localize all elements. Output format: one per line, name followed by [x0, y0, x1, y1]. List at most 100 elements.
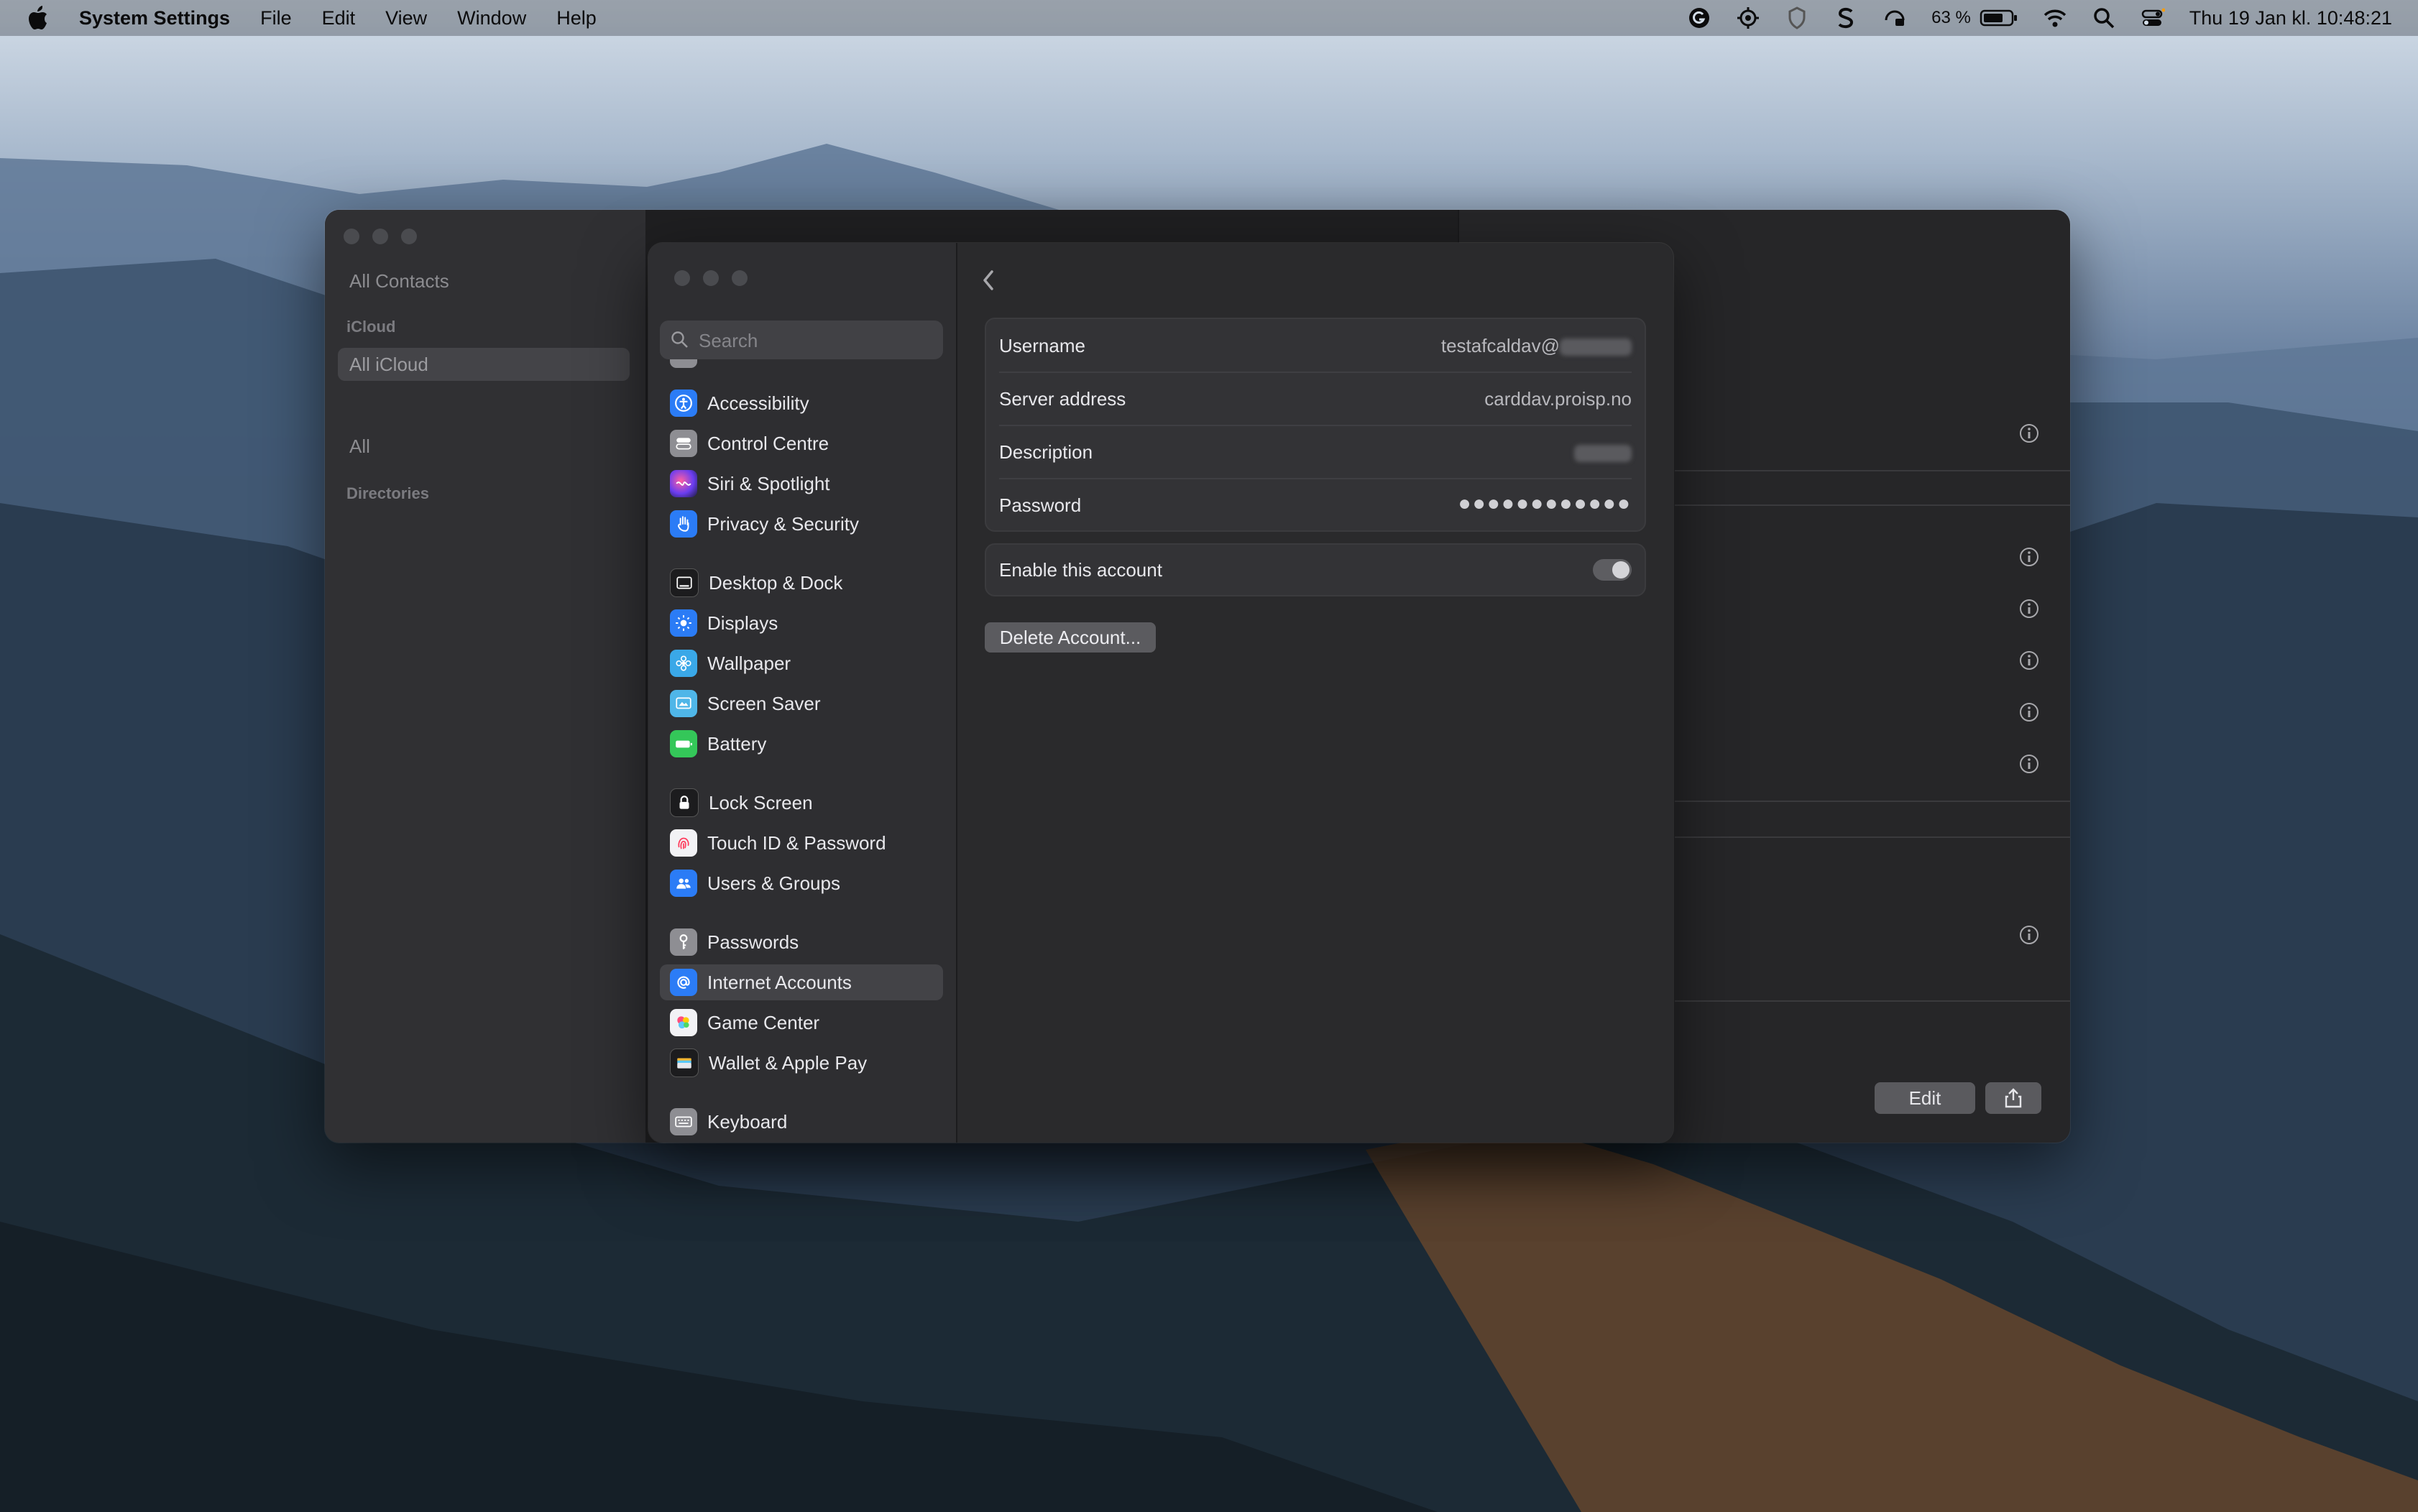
control-centre-icon	[670, 430, 697, 457]
search-placeholder: Search	[699, 330, 758, 351]
menu-file[interactable]: File	[260, 7, 292, 29]
grammarly-icon[interactable]	[1687, 6, 1711, 30]
menu-view[interactable]: View	[385, 7, 427, 29]
sidebar-item-label: Wallet & Apple Pay	[709, 1051, 868, 1074]
sidebar-item-siri-spotlight[interactable]: Siri & Spotlight	[660, 466, 943, 502]
share-button[interactable]	[1985, 1082, 2041, 1114]
edit-button[interactable]: Edit	[1875, 1082, 1975, 1114]
description-row: Description	[986, 425, 1645, 479]
search-field[interactable]: Search	[660, 321, 943, 359]
menu-app-name[interactable]: System Settings	[79, 7, 230, 29]
sidebar-item-label: Wallpaper	[707, 652, 791, 674]
divider	[1675, 470, 2070, 471]
info-icon[interactable]	[2018, 753, 2040, 775]
all-contacts-item[interactable]: All Contacts	[349, 270, 449, 292]
zoom-button[interactable]	[401, 229, 417, 244]
accessibility-icon	[670, 389, 697, 417]
sidebar-item-control-centre[interactable]: Control Centre	[660, 425, 943, 461]
s-app-icon[interactable]	[1834, 6, 1858, 30]
fingerprint-icon	[670, 829, 697, 857]
screenshot-tool-icon[interactable]	[1736, 6, 1760, 30]
sidebar-item-desktop-dock[interactable]: Desktop & Dock	[660, 565, 943, 601]
delete-account-button[interactable]: Delete Account...	[985, 622, 1156, 653]
sidebar-item-label: Desktop & Dock	[709, 571, 843, 594]
shield-status-icon[interactable]	[1785, 6, 1809, 30]
scrolled-item-fragment	[670, 359, 953, 369]
control-centre-menubar-icon[interactable]	[2141, 6, 2165, 30]
battery-menubar-icon[interactable]	[1980, 8, 2018, 28]
info-icon[interactable]	[2018, 650, 2040, 671]
sidebar-item-lock-screen[interactable]: Lock Screen	[660, 785, 943, 821]
sidebar-item-internet-accounts[interactable]: Internet Accounts	[660, 964, 943, 1000]
menu-edit[interactable]: Edit	[322, 7, 356, 29]
username-value[interactable]: testafcaldav@	[1441, 335, 1632, 357]
all-item[interactable]: All	[349, 435, 370, 458]
info-icon[interactable]	[2018, 924, 2040, 946]
all-icloud-item[interactable]: All iCloud	[349, 354, 428, 376]
redacted-text	[1560, 338, 1632, 356]
sidebar-item-displays[interactable]: Displays	[660, 605, 943, 641]
sidebar-item-users-groups[interactable]: Users & Groups	[660, 865, 943, 901]
password-row: Password ●●●●●●●●●●●●	[986, 479, 1645, 532]
sidebar-item-label: Touch ID & Password	[707, 831, 886, 854]
close-button[interactable]	[344, 229, 359, 244]
menu-bar: System Settings File Edit View Window He…	[0, 0, 2418, 36]
wallpaper-icon	[670, 650, 697, 677]
sidebar-item-label: Internet Accounts	[707, 971, 852, 993]
wifi-icon[interactable]	[2043, 6, 2067, 30]
info-icon[interactable]	[2018, 701, 2040, 723]
menu-window[interactable]: Window	[457, 7, 526, 29]
sidebar-item-touch-id-password[interactable]: Touch ID & Password	[660, 825, 943, 861]
server-address-value[interactable]: carddav.proisp.no	[1484, 388, 1632, 410]
enable-account-card: Enable this account	[985, 543, 1646, 596]
sidebar-item-label: Accessibility	[707, 392, 809, 414]
sidebar-item-game-center[interactable]: Game Center	[660, 1005, 943, 1041]
sidebar-item-battery[interactable]: Battery	[660, 726, 943, 762]
sidebar-item-privacy-security[interactable]: Privacy & Security	[660, 506, 943, 542]
close-button[interactable]	[674, 270, 690, 286]
sidebar-item-label: Passwords	[707, 931, 799, 953]
spotlight-search-icon[interactable]	[2092, 6, 2116, 30]
sidebar-item-label: Lock Screen	[709, 791, 813, 813]
username-row: Username testafcaldav@	[986, 319, 1645, 372]
menubar-clock[interactable]: Thu 19 Jan kl. 10:48:21	[2189, 7, 2392, 29]
settings-sidebar: Search Accessibility Control Centre Siri…	[648, 243, 957, 1143]
zoom-button[interactable]	[732, 270, 748, 286]
description-value[interactable]	[1574, 441, 1632, 464]
hand-icon	[670, 510, 697, 538]
siri-icon	[670, 470, 697, 497]
sidebar-item-keyboard[interactable]: Keyboard	[660, 1104, 943, 1140]
account-detail-pane: Username testafcaldav@ Server address ca…	[956, 243, 1673, 1143]
divider	[1675, 836, 2070, 838]
sidebar-item-wallet-apple-pay[interactable]: Wallet & Apple Pay	[660, 1045, 943, 1081]
minimize-button[interactable]	[703, 270, 719, 286]
vpn-lock-icon[interactable]	[1883, 6, 1907, 30]
menu-help[interactable]: Help	[556, 7, 597, 29]
displays-icon	[670, 609, 697, 637]
battery-percent: 63 %	[1931, 8, 1971, 27]
enable-account-toggle[interactable]	[1593, 559, 1632, 581]
sidebar-item-accessibility[interactable]: Accessibility	[660, 385, 943, 421]
apple-logo-icon[interactable]	[26, 5, 49, 31]
account-details-card: Username testafcaldav@ Server address ca…	[985, 318, 1646, 532]
info-icon[interactable]	[2018, 546, 2040, 568]
contacts-window-controls	[344, 229, 417, 244]
divider	[1675, 504, 2070, 506]
back-chevron-icon[interactable]	[978, 264, 999, 296]
password-value[interactable]: ●●●●●●●●●●●●	[1458, 492, 1632, 516]
sidebar-item-passwords[interactable]: Passwords	[660, 924, 943, 960]
enable-account-row: Enable this account	[986, 545, 1645, 595]
sidebar-item-screen-saver[interactable]: Screen Saver	[660, 686, 943, 722]
screen-saver-icon	[670, 690, 697, 717]
info-icon[interactable]	[2018, 423, 2040, 444]
toggle-knob	[1612, 561, 1629, 578]
divider	[1675, 801, 2070, 802]
sidebar-item-wallpaper[interactable]: Wallpaper	[660, 645, 943, 681]
sidebar-item-label: Screen Saver	[707, 692, 821, 714]
server-address-label: Server address	[999, 388, 1126, 410]
username-label: Username	[999, 335, 1085, 356]
wallet-icon	[670, 1048, 699, 1077]
minimize-button[interactable]	[372, 229, 388, 244]
info-icon[interactable]	[2018, 598, 2040, 619]
icloud-section-header: iCloud	[346, 318, 396, 336]
